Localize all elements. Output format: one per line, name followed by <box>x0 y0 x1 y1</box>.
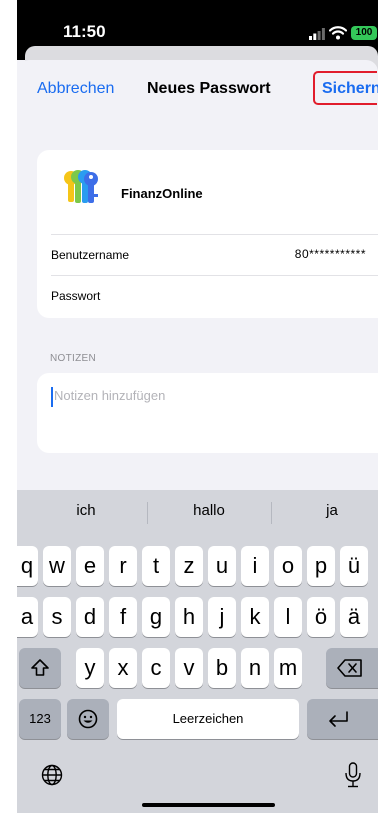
key-b[interactable]: b <box>208 648 236 688</box>
status-time: 11:50 <box>63 22 106 41</box>
app-name: FinanzOnline <box>121 186 203 201</box>
key-k[interactable]: k <box>241 597 269 637</box>
password-row[interactable]: Passwort <box>51 275 378 316</box>
emoji-icon <box>78 709 98 729</box>
numbers-key[interactable]: 123 <box>19 699 61 739</box>
key-r[interactable]: r <box>109 546 137 586</box>
suggestion-1[interactable]: ich <box>31 502 141 519</box>
delete-icon <box>337 659 362 677</box>
key-i[interactable]: i <box>241 546 269 586</box>
suggestion-3[interactable]: ja <box>277 502 378 519</box>
phone-screen: 11:50 100 Abbrechen Neues Passwort Siche… <box>17 0 378 813</box>
key-g[interactable]: g <box>142 597 170 637</box>
key-v[interactable]: v <box>175 648 203 688</box>
account-card: FinanzOnline Benutzername 80*********** … <box>37 150 378 318</box>
shift-key[interactable] <box>19 648 61 688</box>
username-row[interactable]: Benutzername 80*********** <box>51 234 378 275</box>
suggestion-divider <box>147 502 148 524</box>
wifi-icon <box>329 26 347 40</box>
key-o[interactable]: o <box>274 546 302 586</box>
username-label: Benutzername <box>51 248 130 262</box>
key-m[interactable]: m <box>274 648 302 688</box>
key-j[interactable]: j <box>208 597 236 637</box>
key-n[interactable]: n <box>241 648 269 688</box>
password-label: Passwort <box>51 289 101 303</box>
home-indicator <box>142 803 275 807</box>
key-t[interactable]: t <box>142 546 170 586</box>
new-password-sheet: Abbrechen Neues Passwort Sichern FinanzO… <box>17 60 378 490</box>
save-button[interactable]: Sichern <box>313 71 378 105</box>
battery-indicator: 100 <box>351 26 377 40</box>
key-y[interactable]: y <box>76 648 104 688</box>
key-w[interactable]: w <box>43 546 71 586</box>
notes-header: NOTIZEN <box>50 353 96 364</box>
emoji-key[interactable] <box>67 699 109 739</box>
microphone-icon[interactable] <box>344 762 362 788</box>
space-key[interactable]: Leerzeichen <box>117 699 299 739</box>
suggestion-2[interactable]: hallo <box>154 502 264 519</box>
username-value: 80*********** <box>294 247 366 261</box>
key-e[interactable]: e <box>76 546 104 586</box>
key-z[interactable]: z <box>175 546 203 586</box>
key-u[interactable]: u <box>208 546 236 586</box>
globe-icon[interactable] <box>41 764 63 786</box>
key-f[interactable]: f <box>109 597 137 637</box>
key-l[interactable]: l <box>274 597 302 637</box>
passwords-keys-icon <box>64 170 98 203</box>
key-q[interactable]: q <box>17 546 38 586</box>
cellular-signal-icon <box>309 28 325 40</box>
key-d[interactable]: d <box>76 597 104 637</box>
notes-input[interactable] <box>54 388 354 403</box>
cancel-button[interactable]: Abbrechen <box>37 80 114 98</box>
return-icon <box>329 711 348 727</box>
key-ue[interactable]: ü <box>340 546 368 586</box>
suggestion-divider <box>271 502 272 524</box>
notes-box[interactable] <box>37 373 378 453</box>
key-ae[interactable]: ä <box>340 597 368 637</box>
key-oe[interactable]: ö <box>307 597 335 637</box>
return-key[interactable] <box>307 699 378 739</box>
text-cursor <box>51 387 53 407</box>
sheet-title: Neues Passwort <box>147 80 271 97</box>
delete-key[interactable] <box>326 648 378 688</box>
key-h[interactable]: h <box>175 597 203 637</box>
key-x[interactable]: x <box>109 648 137 688</box>
key-a[interactable]: a <box>17 597 38 637</box>
key-c[interactable]: c <box>142 648 170 688</box>
keyboard: ich hallo ja q w e r t z u i o p ü a s d… <box>17 490 378 813</box>
key-p[interactable]: p <box>307 546 335 586</box>
key-s[interactable]: s <box>43 597 71 637</box>
shift-icon <box>31 659 49 676</box>
